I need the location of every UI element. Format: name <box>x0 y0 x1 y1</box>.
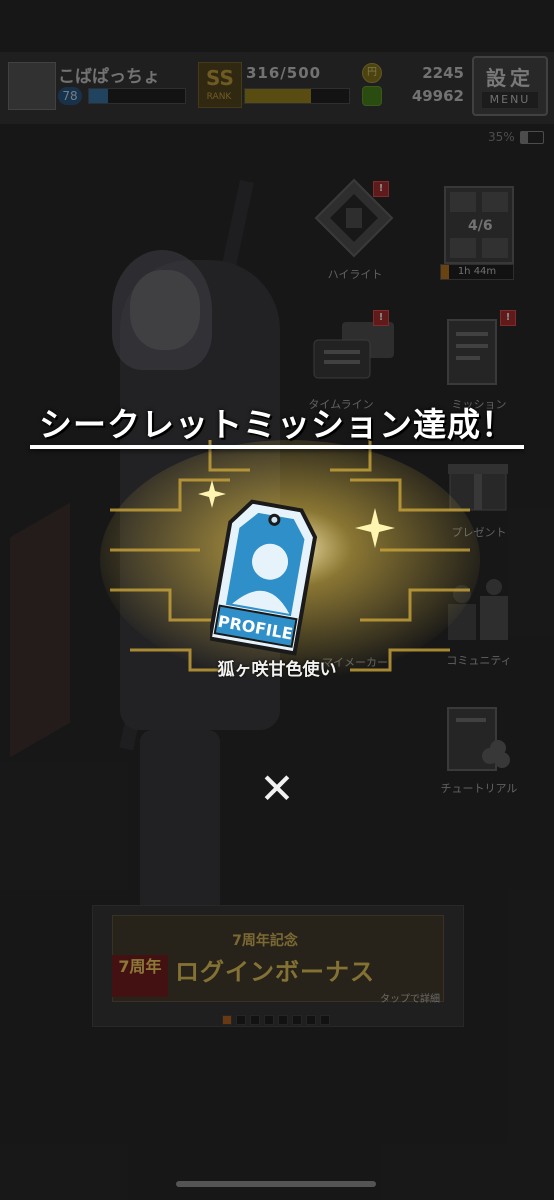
headline-underline <box>30 445 524 449</box>
mission-complete-headline: シークレットミッション達成！ <box>39 405 515 444</box>
reward-item-name: 狐ヶ咲甘色使い <box>217 660 337 680</box>
close-button[interactable]: ✕ <box>252 764 302 814</box>
profile-tag-icon: PROFILE <box>210 499 318 656</box>
